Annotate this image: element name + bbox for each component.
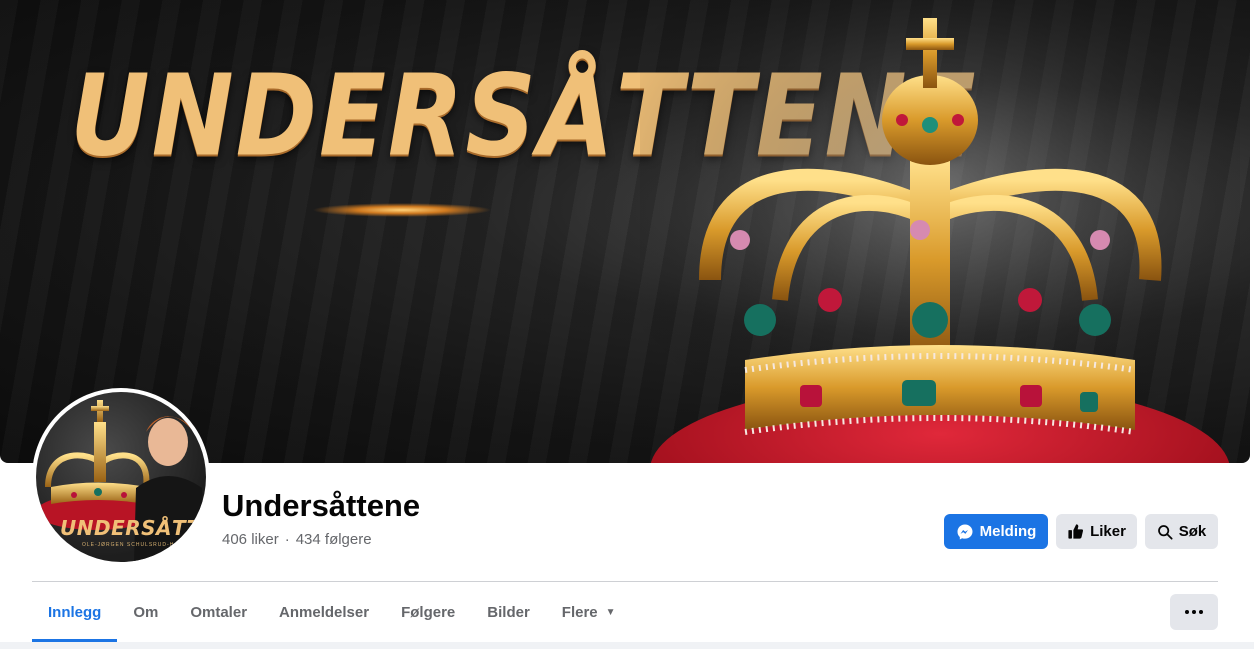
likes-count[interactable]: 406 liker [222, 531, 279, 548]
profile-avatar[interactable]: UNDERSÅTTENE OLE-JØRGEN SCHULSRUD-HANSEN [32, 388, 210, 566]
tab-label: Innlegg [48, 603, 102, 621]
tab-folgere[interactable]: Følgere [385, 582, 471, 642]
message-button[interactable]: Melding [944, 514, 1048, 549]
stats-separator: · [284, 531, 290, 548]
like-button[interactable]: Liker [1056, 514, 1137, 549]
like-button-label: Liker [1090, 523, 1126, 540]
more-options-button[interactable] [1170, 594, 1218, 630]
more-dots-icon [1199, 610, 1203, 614]
tab-flere[interactable]: Flere ▼ [546, 582, 632, 642]
tab-label: Følgere [401, 603, 456, 621]
search-icon [1157, 524, 1173, 540]
tab-label: Anmeldelser [279, 603, 370, 621]
more-dots-icon [1192, 610, 1196, 614]
tab-bilder[interactable]: Bilder [471, 582, 546, 642]
page-tabs: Innlegg Om Omtaler Anmeldelser Følgere B… [32, 582, 632, 642]
page: UNDERSÅTTENE UNDERSÅTT OLE-JØRGEN SCHULS… [0, 0, 1254, 649]
messenger-icon [957, 524, 973, 539]
tab-label: Om [133, 603, 159, 621]
avatar-subtitle: OLE-JØRGEN SCHULSRUD-HANSEN [82, 542, 197, 548]
thumbs-up-icon [1068, 524, 1084, 539]
tab-anmeldelser[interactable]: Anmeldelser [263, 582, 385, 642]
crown-image [640, 0, 1240, 463]
cover-title-glow [312, 203, 492, 217]
avatar-title: UNDERSÅTTENE [60, 516, 206, 540]
more-dots-icon [1185, 610, 1189, 614]
followers-count[interactable]: 434 følgere [296, 531, 372, 548]
tab-label: Omtaler [190, 603, 248, 621]
message-button-label: Melding [979, 523, 1037, 540]
caret-down-icon: ▼ [605, 606, 616, 618]
tab-omtaler[interactable]: Omtaler [174, 582, 263, 642]
search-button-label: Søk [1178, 523, 1207, 540]
tab-label: Bilder [487, 603, 530, 621]
page-stats: 406 liker · 434 følgere [222, 531, 372, 548]
avatar-image: UNDERSÅTTENE OLE-JØRGEN SCHULSRUD-HANSEN [36, 392, 206, 562]
tab-om[interactable]: Om [117, 582, 174, 642]
page-title: Undersåttene [222, 488, 421, 523]
tab-innlegg[interactable]: Innlegg [32, 582, 118, 642]
tab-label: Flere [561, 603, 598, 621]
content-background [0, 642, 1254, 649]
search-button[interactable]: Søk [1145, 514, 1218, 549]
